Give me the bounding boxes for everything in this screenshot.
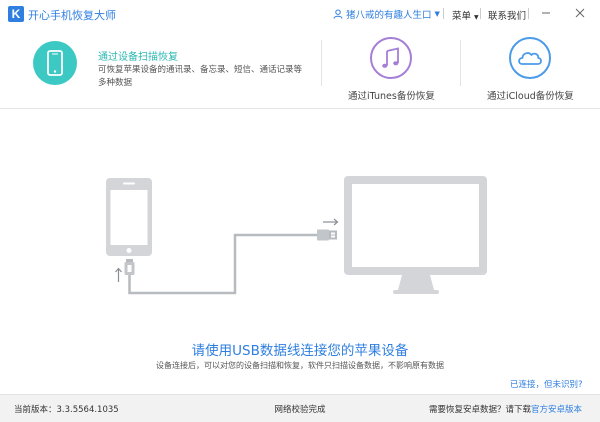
- mode-divider: [321, 40, 322, 86]
- user-account-menu[interactable]: 猪八戒的有趣人生口 ▼: [333, 7, 440, 21]
- connect-instruction-title: 请使用USB数据线连接您的苹果设备: [191, 343, 409, 359]
- mode-device-scan-description: 可恢复苹果设备的通讯录、备忘录、短信、通话记录等多种数据: [98, 65, 303, 88]
- app-logo-icon: K: [8, 6, 24, 22]
- android-download-prompt: 需要恢复安卓数据？请下载官方安卓版本: [429, 403, 582, 415]
- contact-us-link[interactable]: 联系我们: [488, 8, 526, 22]
- connect-instruction-subtext: 设备连接后，可以对您的设备扫描和恢复，软件只扫描设备数据，不影响原有数据: [156, 361, 444, 370]
- menu-arrow-icon: ▼: [474, 14, 479, 21]
- title-bar: K 开心手机恢复大师 猪八戒的有趣人生口 ▼ 菜单 ▼ 联系我们: [0, 0, 600, 28]
- computer-monitor-illustration: [344, 176, 487, 294]
- usb-cable: [128, 233, 317, 295]
- main-panel: 请使用USB数据线连接您的苹果设备 设备连接后，可以对您的设备扫描和恢复，软件只…: [0, 110, 600, 393]
- mode-divider: [460, 40, 461, 86]
- user-name: 猪八戒的有趣人生口: [346, 10, 432, 21]
- android-prompt-text: 需要恢复安卓数据？请下载: [428, 405, 531, 415]
- user-icon: [333, 9, 343, 19]
- device-not-recognized-link[interactable]: 已连接，但未识别?: [510, 378, 583, 390]
- connection-illustration: [106, 176, 487, 295]
- separator: [443, 8, 444, 19]
- menu-label: 菜单: [452, 11, 472, 22]
- itunes-badge: [370, 37, 412, 79]
- iphone-illustration: [106, 178, 152, 256]
- phone-icon: [47, 50, 63, 76]
- device-scan-badge: [33, 41, 77, 85]
- usb-plug: [317, 229, 337, 241]
- mode-device-scan-title: 通过设备扫描恢复: [98, 52, 178, 63]
- icloud-badge: [509, 37, 551, 79]
- cloud-icon: [518, 52, 542, 65]
- mode-icloud-backup-label: 通过iCloud备份恢复: [487, 91, 574, 102]
- lightning-connector: [124, 259, 135, 275]
- mode-itunes-backup-label: 通过iTunes备份恢复: [348, 91, 435, 102]
- plug-in-arrow-icon: [323, 218, 339, 226]
- music-note-icon: [382, 47, 399, 68]
- minimize-icon[interactable]: [539, 6, 553, 20]
- close-icon[interactable]: [573, 6, 587, 20]
- app-title: 开心手机恢复大师: [28, 9, 116, 22]
- separator: [480, 8, 481, 19]
- menu-button[interactable]: 菜单 ▼: [452, 8, 479, 22]
- dropdown-arrow-icon: ▼: [434, 10, 440, 18]
- recovery-mode-strip: 通过设备扫描恢复 可恢复苹果设备的通讯录、备忘录、短信、通话记录等多种数据 通过…: [0, 28, 600, 109]
- status-bar: 当前版本：3.3.5564.1035 网络校验完成 需要恢复安卓数据？请下载官方…: [0, 394, 600, 422]
- separator: [528, 8, 529, 19]
- android-version-link[interactable]: 官方安卓版本: [531, 405, 582, 415]
- plug-in-arrow-icon: [115, 267, 122, 282]
